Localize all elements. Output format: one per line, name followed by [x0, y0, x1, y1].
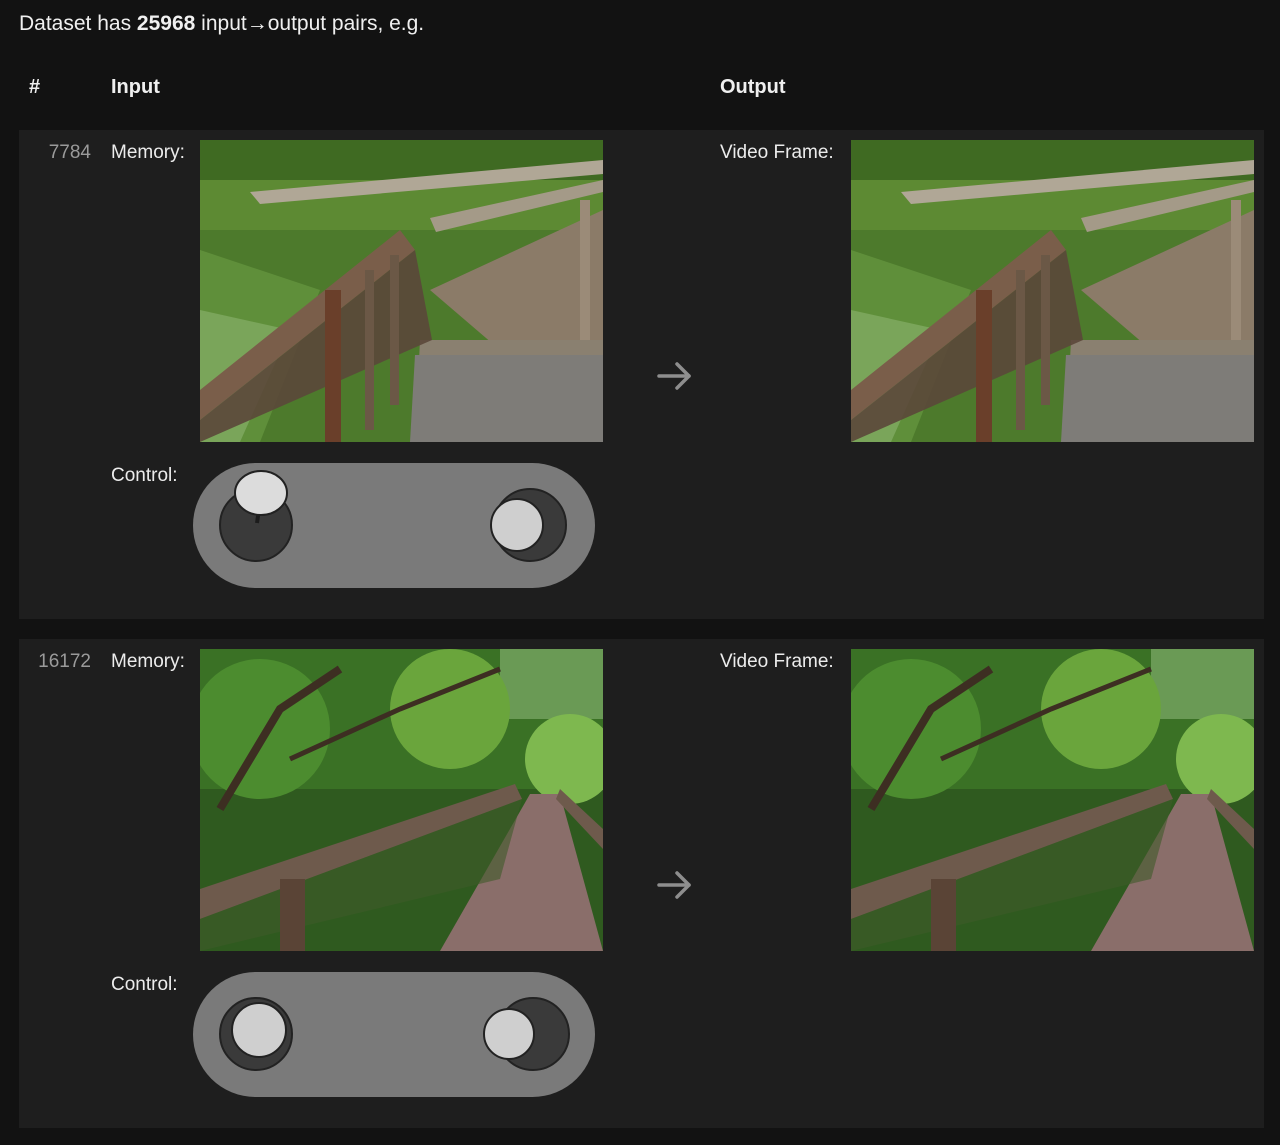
dataset-summary: Dataset has 25968 input→output pairs, e.…	[19, 12, 425, 35]
output-column-header: Output	[720, 76, 786, 98]
index-column-header: #	[29, 76, 41, 98]
joystick-icon	[219, 997, 570, 1071]
right-arrow-icon	[657, 871, 691, 899]
right-arrow-icon	[657, 362, 691, 390]
memory-image	[200, 649, 603, 951]
memory-image	[200, 140, 603, 442]
pair-count: 25968	[136, 12, 196, 35]
memory-label: Memory:	[111, 651, 185, 672]
control-label: Control:	[111, 974, 178, 995]
video-frame-label: Video Frame:	[720, 651, 834, 672]
video-frame-image	[851, 140, 1254, 442]
joystick-icon	[219, 470, 567, 562]
memory-label: Memory:	[111, 142, 185, 163]
example-index: 7784	[48, 142, 91, 163]
example-index: 16172	[38, 651, 91, 672]
example-card: 16172 Memory: Video Frame: Control:	[19, 639, 1264, 1128]
controller-pad	[193, 972, 595, 1097]
example-card: 7784 Memory: Video Frame: Control:	[19, 130, 1264, 619]
input-column-header: Input	[111, 76, 160, 98]
control-label: Control:	[111, 465, 178, 486]
controller-pad	[193, 463, 595, 588]
video-frame-label: Video Frame:	[720, 142, 834, 163]
video-frame-image	[851, 649, 1254, 951]
